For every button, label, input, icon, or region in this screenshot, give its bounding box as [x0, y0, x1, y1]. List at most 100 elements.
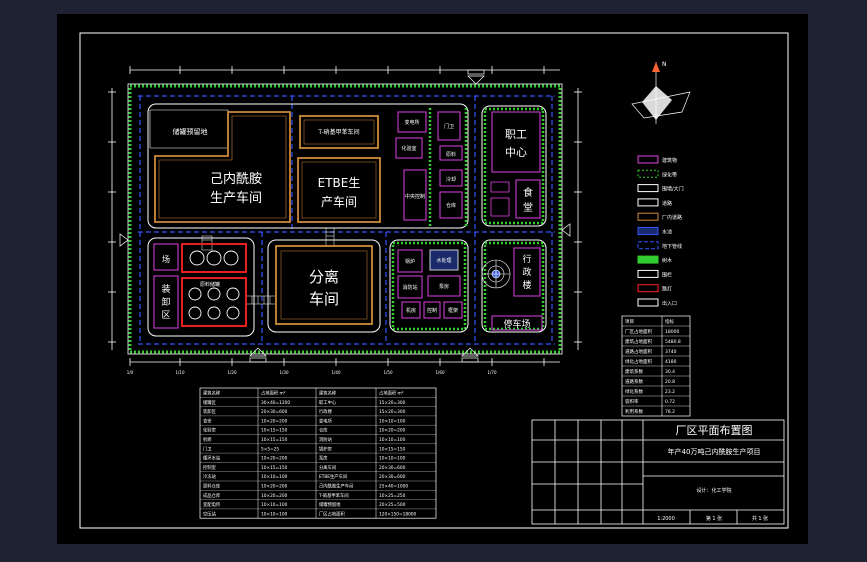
staff-center: 职工 中心: [491, 111, 541, 173]
table-cell: 10×15=150: [261, 465, 288, 471]
legend-swatch: [637, 227, 659, 235]
admin-label-2: 政: [522, 266, 531, 278]
table-cell: 10×10=100: [379, 456, 406, 462]
tick-label: 1/10: [176, 370, 185, 375]
table-cell: 储罐预留地: [319, 501, 341, 508]
table-cell: 利用系数: [625, 408, 643, 415]
legend: 建筑物绿化带围墙/大门道路厂内道路水池地下管线树木围栏路灯出入口: [637, 155, 684, 307]
water-label: 水处理: [436, 257, 451, 264]
table-cell: 120×150=18000: [379, 511, 417, 517]
legend-swatch: [637, 241, 659, 250]
legend-label: 路灯: [662, 286, 672, 293]
table-cell: 18000: [665, 329, 679, 335]
fountain-garden: [481, 259, 511, 289]
etbe-label-2: 产车间: [321, 194, 357, 209]
table-cell: 23.2: [665, 389, 675, 395]
admin-building: 行 政 楼: [513, 247, 541, 297]
table-cell: 3740: [665, 349, 677, 355]
project-text: 年产40万吨己内酰胺生产项目: [668, 447, 761, 456]
unload-label-3: 区: [161, 310, 170, 321]
etbe-label-1: ETBE生: [318, 176, 361, 190]
separation-label-2: 车间: [309, 290, 339, 308]
tick-label: 1/70: [488, 370, 497, 375]
legend-swatch: [637, 169, 659, 178]
legend-swatch: [637, 284, 659, 293]
caprolactam-label-2: 生产车间: [210, 190, 262, 206]
table-cell: 20×25=500: [379, 502, 406, 508]
table-cell: 行政楼: [319, 408, 333, 415]
table-cell: 10×10=100: [379, 437, 406, 443]
grid-ticks-right: [574, 88, 582, 350]
staff-small-buildings: [490, 181, 510, 217]
table-cell: 30.4: [665, 369, 675, 375]
table-cell: 空压站: [203, 510, 217, 517]
table-cell: 20×30=600: [261, 409, 288, 415]
table-cell: 78.2: [665, 409, 675, 415]
table-cell: 占地面积 m²: [261, 390, 286, 397]
tick-label: 1/50: [384, 370, 393, 375]
table-cell: 门卫: [203, 445, 212, 452]
unloading-area: 装 卸 区: [153, 275, 179, 329]
legend-swatch: [637, 155, 659, 164]
canteen-label-2: 堂: [523, 202, 533, 214]
grid-ticks-top: [129, 66, 560, 74]
storage-reserve-area: 储罐预留地: [149, 109, 229, 149]
table-cell: 绿化系数: [625, 388, 643, 395]
table-cell: 厂区占地面积: [319, 510, 345, 517]
legend-swatch: [637, 269, 659, 278]
table-cell: 10×20=200: [261, 418, 288, 424]
unload-label-1: 装: [161, 283, 170, 295]
table-cell: 绿化占地面积: [625, 358, 652, 365]
table-cell: 10×10=100: [261, 502, 288, 508]
table-cell: 10×20=200: [261, 493, 288, 499]
table-cell: 建筑名称: [319, 390, 337, 397]
table-cell: 指标: [665, 318, 674, 325]
table-cell: 化验室: [203, 427, 217, 434]
caprolactam-label-1: 己内酰胺: [210, 171, 262, 187]
frame-label: 框架: [448, 307, 458, 314]
separation-workshop: 分离 车间: [275, 245, 373, 325]
table-cell: 建筑名称: [203, 390, 221, 397]
grid-ticks-bottom: [129, 358, 560, 366]
legend-label: 厂内道路: [662, 214, 682, 221]
table-cell: 容积率: [625, 398, 639, 405]
legend-swatch: [637, 212, 659, 221]
title-text: 厂区平面布置图: [676, 424, 753, 437]
control-label: 中央控制: [405, 193, 425, 200]
admin-label-1: 行: [522, 253, 531, 265]
boiler-label: 锅炉: [405, 258, 415, 265]
table-cell: 10×15=150: [261, 428, 288, 434]
table-cell: 10×20=200: [261, 456, 288, 462]
site-plan-drawing: 1/0 1/10 1/20 1/30 1/40 1/50 1/60 1/70 储罐预留地 己内…: [79, 32, 789, 529]
fire-label: 消防站: [402, 284, 417, 291]
table-cell: 20×30=600: [379, 465, 406, 471]
table-cell: 10×10=100: [261, 511, 288, 517]
grid-ticks-left: [108, 88, 116, 350]
table-cell: 道路占地面积: [625, 348, 652, 355]
table-cell: 成品仓库: [203, 492, 221, 499]
tick-label: 1/30: [280, 370, 289, 375]
unload-label-2: 卸: [161, 296, 170, 308]
storage-label: 储罐预留地: [173, 127, 208, 136]
block-outline-north-west: [147, 103, 469, 229]
table-cell: 变配电所: [203, 501, 221, 508]
table-cell: 储罐区: [203, 399, 217, 406]
block-outline-separation: [267, 239, 381, 333]
table-cell: 装卸区: [203, 408, 217, 415]
grid-tick-labels: 1/0 1/10 1/20 1/30 1/40 1/50 1/60 1/70: [127, 370, 497, 375]
tick-label: 1/0: [127, 370, 134, 375]
field: 场: [153, 243, 179, 271]
table-cell: 5×5=25: [261, 446, 279, 452]
raw-store-label: 原料: [446, 151, 456, 158]
site-boundary-wall: [127, 83, 563, 355]
table-cell: 仓库: [319, 427, 328, 434]
table-cell: 10×20=200: [261, 484, 288, 490]
site-boundary-hedge: [128, 84, 562, 354]
pump-label: 泵房: [439, 283, 449, 290]
legend-label: 绿化带: [662, 171, 677, 178]
substation-label: 变电所: [404, 119, 419, 126]
table-cell: 原料仓库: [203, 483, 221, 490]
table-cell: 己内酰胺生产车间: [319, 483, 353, 490]
drawing-sheet: 1/0 1/10 1/20 1/30 1/40 1/50 1/60 1/70 储罐预留地 己内…: [57, 14, 808, 544]
table-cell: 分离车间: [319, 464, 336, 471]
